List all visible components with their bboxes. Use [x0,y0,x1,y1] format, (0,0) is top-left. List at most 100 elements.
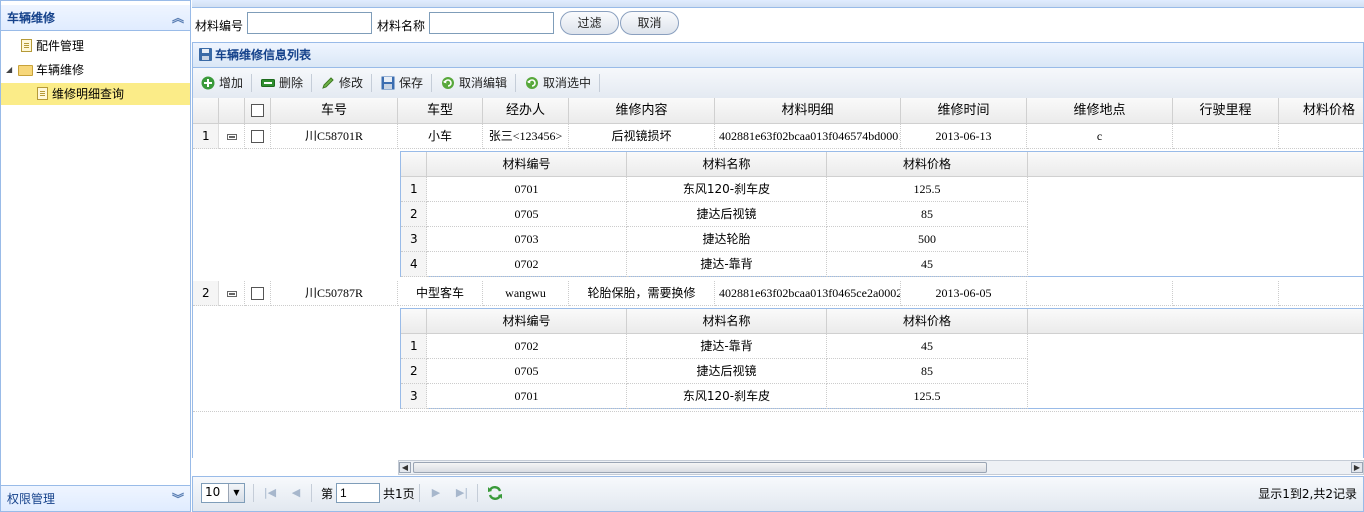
sub-row-number: 4 [401,252,427,277]
grid-toolbar: 增加 删除 修改 保存 取消编辑 取消选中 [192,68,1364,98]
sub-price-cell: 85 [827,202,1028,227]
row-checkbox[interactable] [251,287,264,300]
filter-button[interactable]: 过滤 [560,11,619,35]
row-checkbox-cell[interactable] [245,124,271,149]
column-header[interactable]: 车型 [398,98,483,124]
row-collapse-toggle[interactable] [219,124,245,149]
add-button[interactable]: 增加 [199,72,243,94]
document-icon [37,87,48,100]
first-page-icon[interactable]: |◀ [263,485,277,501]
left-accordion: 车辆维修 ︽ 配件管理 ◢ 车辆维修 维修明细查询 权限管理 ︾ [0,0,191,512]
material-name-input[interactable] [429,12,554,34]
last-page-icon[interactable]: ▶| [455,485,469,501]
tree-item-parts[interactable]: 配件管理 [1,35,190,57]
row-collapse-toggle[interactable] [219,281,245,306]
sub-price-cell: 500 [827,227,1028,252]
accordion-header-label: 权限管理 [7,492,56,506]
tree-item-label: 配件管理 [36,39,85,53]
edit-label: 修改 [339,76,364,90]
page-prefix: 第 [321,487,334,501]
refresh-icon[interactable] [487,485,503,501]
price-cell [1279,281,1363,306]
tree-item-vehicle-repair[interactable]: ◢ 车辆维修 [1,59,190,81]
sub-column-header[interactable]: 材料价格 [827,152,1028,177]
sub-row-number: 1 [401,177,427,202]
sub-column-header[interactable]: 材料名称 [627,309,827,334]
edit-button[interactable]: 修改 [319,72,363,94]
row-number-header [193,98,219,124]
accordion-header-vehicle-repair[interactable]: 车辆维修 ︽ [1,5,190,31]
sub-column-header[interactable]: 材料价格 [827,309,1028,334]
add-label: 增加 [219,76,244,90]
sub-name-cell: 捷达轮胎 [627,227,827,252]
type-cell: 中型客车 [398,281,483,306]
cancel-edit-button[interactable]: 取消编辑 [439,72,507,94]
sub-name-cell: 捷达-靠背 [627,334,827,359]
expand-arrow-icon[interactable]: ◢ [6,59,12,81]
cancel-select-button[interactable]: 取消选中 [523,72,591,94]
column-header[interactable]: 材料明细 [715,98,901,124]
date-cell: 2013-06-05 [901,281,1027,306]
content-cell: 后视镜损坏 [569,124,715,149]
page-number-input[interactable] [336,483,380,503]
expand-down-icon[interactable]: ︾ [172,486,184,512]
horizontal-scrollbar[interactable]: ◀ ▶ [398,460,1364,475]
place-cell [1027,281,1173,306]
scroll-left-arrow-icon[interactable]: ◀ [399,462,411,473]
page-size-value: 10 [205,485,221,499]
sub-filler-header [1028,152,1363,177]
row-checkbox-cell[interactable] [245,281,271,306]
sub-row-number: 1 [401,334,427,359]
mileage-cell [1173,281,1279,306]
cancel-button[interactable]: 取消 [620,11,679,35]
sub-row-number: 3 [401,384,427,409]
sub-price-cell: 125.5 [827,177,1028,202]
save-button[interactable]: 保存 [379,72,423,94]
next-page-icon[interactable]: ▶ [429,485,443,501]
material-code-input[interactable] [247,12,372,34]
select-all-checkbox[interactable] [251,104,264,117]
sub-row-number: 2 [401,202,427,227]
row-checkbox[interactable] [251,130,264,143]
detail-cell: 402881e63f02bcaa013f046574bd0001 [715,124,901,149]
scrollbar-thumb[interactable] [413,462,987,473]
sub-code-cell: 0701 [427,384,627,409]
prev-page-icon[interactable]: ◀ [289,485,303,501]
page-size-select[interactable]: 10 ▼ [201,483,245,503]
column-header[interactable]: 维修地点 [1027,98,1173,124]
mileage-cell [1173,124,1279,149]
chevron-down-icon[interactable]: ▼ [228,484,244,502]
collapse-up-icon[interactable]: ︽ [172,5,184,31]
sub-grid: 材料编号 材料名称 材料价格 1 0701 东风120-刹车皮 125.5 2 … [400,151,1363,277]
delete-button[interactable]: 删除 [259,72,303,94]
column-header[interactable]: 经办人 [483,98,569,124]
sub-column-header[interactable]: 材料名称 [627,152,827,177]
row-number: 2 [193,281,219,306]
column-header[interactable]: 行驶里程 [1173,98,1279,124]
folder-icon [18,65,33,76]
sub-column-header[interactable]: 材料编号 [427,152,627,177]
tree-item-repair-details[interactable]: 维修明细查询 [1,83,190,105]
sub-column-header[interactable]: 材料编号 [427,309,627,334]
expander-header [219,98,245,124]
cancel-edit-label: 取消编辑 [459,76,508,90]
tree-item-label: 维修明细查询 [52,87,125,101]
place-cell: c [1027,124,1173,149]
sub-name-cell: 东风120-刹车皮 [627,384,827,409]
material-code-label: 材料编号 [195,19,244,33]
column-header[interactable]: 维修时间 [901,98,1027,124]
collapse-icon [226,133,237,140]
detail-cell: 402881e63f02bcaa013f0465ce2a0002 [715,281,901,306]
scroll-right-arrow-icon[interactable]: ▶ [1351,462,1363,473]
accordion-header-permissions[interactable]: 权限管理 ︾ [1,485,190,511]
type-cell: 小车 [398,124,483,149]
delete-label: 删除 [279,76,304,90]
date-cell: 2013-06-13 [901,124,1027,149]
column-header[interactable]: 维修内容 [569,98,715,124]
add-icon [201,76,215,90]
column-header[interactable]: 车号 [271,98,398,124]
sub-code-cell: 0705 [427,202,627,227]
column-header[interactable]: 材料价格 [1279,98,1363,124]
save-label: 保存 [399,76,424,90]
panel-header-strip [192,0,1364,8]
